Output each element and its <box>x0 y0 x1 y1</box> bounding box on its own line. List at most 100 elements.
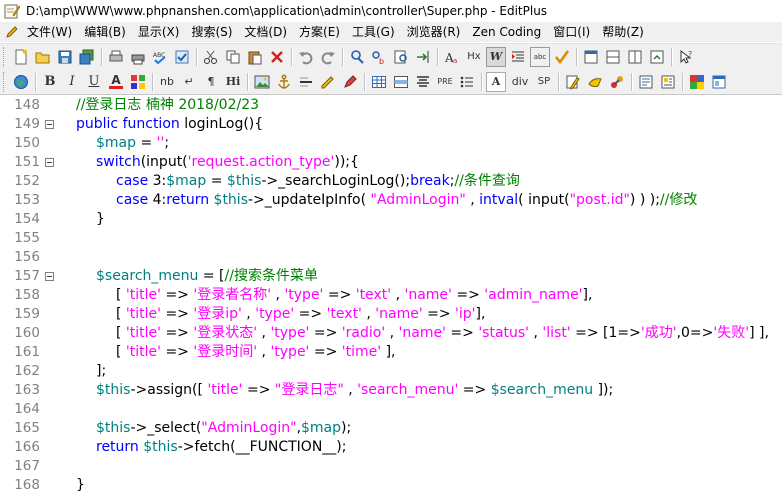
help-cursor-icon[interactable]: ? <box>676 47 696 67</box>
paragraph-icon[interactable]: ¶ <box>201 72 221 92</box>
delete-icon[interactable] <box>267 47 287 67</box>
anchor-icon[interactable] <box>274 72 294 92</box>
center-icon[interactable] <box>413 72 433 92</box>
list-icon[interactable] <box>457 72 477 92</box>
find-icon[interactable] <box>347 47 367 67</box>
italic-icon[interactable]: I <box>62 72 82 92</box>
code-editor[interactable]: 148 //登录日志 楠神 2018/02/23 149 public functio… <box>0 96 782 497</box>
code-line[interactable]: 159 [ 'title' => '登录ip' , 'type' => 'text… <box>0 305 782 324</box>
code-line[interactable]: 160 [ 'title' => '登录状态' , 'type' => 'radi… <box>0 324 782 343</box>
font-tag-icon[interactable]: A <box>486 71 506 92</box>
code-line[interactable]: 164 <box>0 400 782 419</box>
code-line[interactable]: 167 <box>0 457 782 476</box>
heading-icon[interactable]: Hi <box>223 72 243 92</box>
highlight-icon[interactable] <box>128 72 148 92</box>
goto-line-icon[interactable] <box>413 47 433 67</box>
menu-project[interactable]: 方案(E) <box>293 22 346 42</box>
comment-icon[interactable] <box>318 72 338 92</box>
code-line[interactable]: 154} <box>0 210 782 229</box>
hr-icon[interactable] <box>296 72 316 92</box>
fold-toggle-icon[interactable] <box>45 272 54 281</box>
code-line[interactable]: 152 case 3:$map = $this->_searchLoginLog(… <box>0 172 782 191</box>
menu-file[interactable]: 文件(W) <box>21 22 78 42</box>
redo-icon[interactable] <box>318 47 338 67</box>
pre-icon[interactable]: PRE <box>435 72 455 92</box>
standard-toolbar: ABC b Aa Hx W abc ? <box>0 43 782 69</box>
menu-edit[interactable]: 编辑(B) <box>78 22 132 42</box>
indent-icon[interactable] <box>508 47 528 67</box>
code-line[interactable]: 157 $search_menu = [//搜索条件菜单 <box>0 267 782 286</box>
view-3-icon[interactable] <box>625 47 645 67</box>
save-icon[interactable] <box>55 47 75 67</box>
fold-toggle-icon[interactable] <box>45 120 54 129</box>
view-4-icon[interactable] <box>647 47 667 67</box>
code-line[interactable]: 158 [ 'title' => '登录者名称' , 'type' => 'tex… <box>0 286 782 305</box>
code-line[interactable]: 150 $map = ''; <box>0 134 782 153</box>
save-all-icon[interactable] <box>77 47 97 67</box>
fold-toggle-icon[interactable] <box>45 158 54 167</box>
print-icon[interactable] <box>128 47 148 67</box>
check-icon[interactable] <box>172 47 192 67</box>
code-line[interactable]: 153 case 4:return $this->_updateIpInfo( "… <box>0 191 782 210</box>
tools-icon[interactable] <box>607 72 627 92</box>
view-1-icon[interactable] <box>581 47 601 67</box>
menu-tools[interactable]: 工具(G) <box>346 22 401 42</box>
find-in-files-icon[interactable] <box>391 47 411 67</box>
code-text: //登录日志 楠神 2018/02/23 <box>76 96 259 115</box>
code-line[interactable]: 151 switch(input('request.action_type'));… <box>0 153 782 172</box>
code-line[interactable]: 166 return $this->fetch(__FUNCTION__); <box>0 438 782 457</box>
code-line[interactable]: 148 //登录日志 楠神 2018/02/23 <box>0 96 782 115</box>
new-file-icon[interactable] <box>11 47 31 67</box>
bold-icon[interactable]: B <box>40 72 60 92</box>
code-line[interactable]: 149 public function loginLog(){ <box>0 115 782 134</box>
table-row-icon[interactable] <box>391 72 411 92</box>
browser-globe-icon[interactable] <box>11 72 31 92</box>
preview-1-icon[interactable] <box>636 72 656 92</box>
replace-icon[interactable]: b <box>369 47 389 67</box>
menu-document[interactable]: 文档(D) <box>238 22 293 42</box>
spell-check-icon[interactable]: ABC <box>150 47 170 67</box>
open-folder-icon[interactable] <box>33 47 53 67</box>
menu-window[interactable]: 窗口(I) <box>547 22 596 42</box>
hex-icon[interactable]: Hx <box>464 47 484 67</box>
table-icon[interactable] <box>369 72 389 92</box>
code-line[interactable]: 165 $this->_select("AdminLogin",$map); <box>0 419 782 438</box>
spell-icon[interactable] <box>552 47 572 67</box>
undo-icon[interactable] <box>296 47 316 67</box>
menu-help[interactable]: 帮助(Z) <box>596 22 650 42</box>
code-token: , <box>241 306 256 322</box>
nbsp-icon[interactable]: nb <box>157 72 177 92</box>
code-line[interactable]: 155 <box>0 229 782 248</box>
pen-icon[interactable] <box>340 72 360 92</box>
copy-icon[interactable] <box>223 47 243 67</box>
div-icon[interactable]: div <box>508 72 532 92</box>
code-line[interactable]: 161 [ 'title' => '登录时间' , 'type' => 'time… <box>0 343 782 362</box>
view-2-icon[interactable] <box>603 47 623 67</box>
color-picker-icon[interactable] <box>687 72 707 92</box>
toolbar-grip[interactable] <box>3 46 7 67</box>
preview-2-icon[interactable] <box>658 72 678 92</box>
menu-search[interactable]: 搜索(S) <box>185 22 238 42</box>
clear-icon[interactable] <box>585 72 605 92</box>
column-select-icon[interactable]: abc <box>530 46 550 67</box>
span-icon[interactable]: SP <box>534 72 554 92</box>
code-line[interactable]: 162]; <box>0 362 782 381</box>
font-color-icon[interactable]: A <box>106 72 126 92</box>
br-icon[interactable]: ↵ <box>179 72 199 92</box>
cut-icon[interactable] <box>201 47 221 67</box>
image-icon[interactable] <box>252 72 272 92</box>
code-line[interactable]: 168} <box>0 476 782 495</box>
paste-icon[interactable] <box>245 47 265 67</box>
form-edit-icon[interactable] <box>563 72 583 92</box>
window-icon[interactable] <box>709 72 729 92</box>
toolbar-grip[interactable] <box>3 71 7 92</box>
menu-browser[interactable]: 浏览器(R) <box>401 22 467 42</box>
font-icon[interactable]: Aa <box>442 47 462 67</box>
word-wrap-icon[interactable]: W <box>486 46 506 67</box>
menu-view[interactable]: 显示(X) <box>132 22 186 42</box>
menu-zen-coding[interactable]: Zen Coding <box>466 22 547 42</box>
code-line[interactable]: 163 $this->assign([ 'title' => "登录日志" , '… <box>0 381 782 400</box>
print-preview-icon[interactable] <box>106 47 126 67</box>
code-line[interactable]: 156 <box>0 248 782 267</box>
underline-icon[interactable]: U <box>84 72 104 92</box>
